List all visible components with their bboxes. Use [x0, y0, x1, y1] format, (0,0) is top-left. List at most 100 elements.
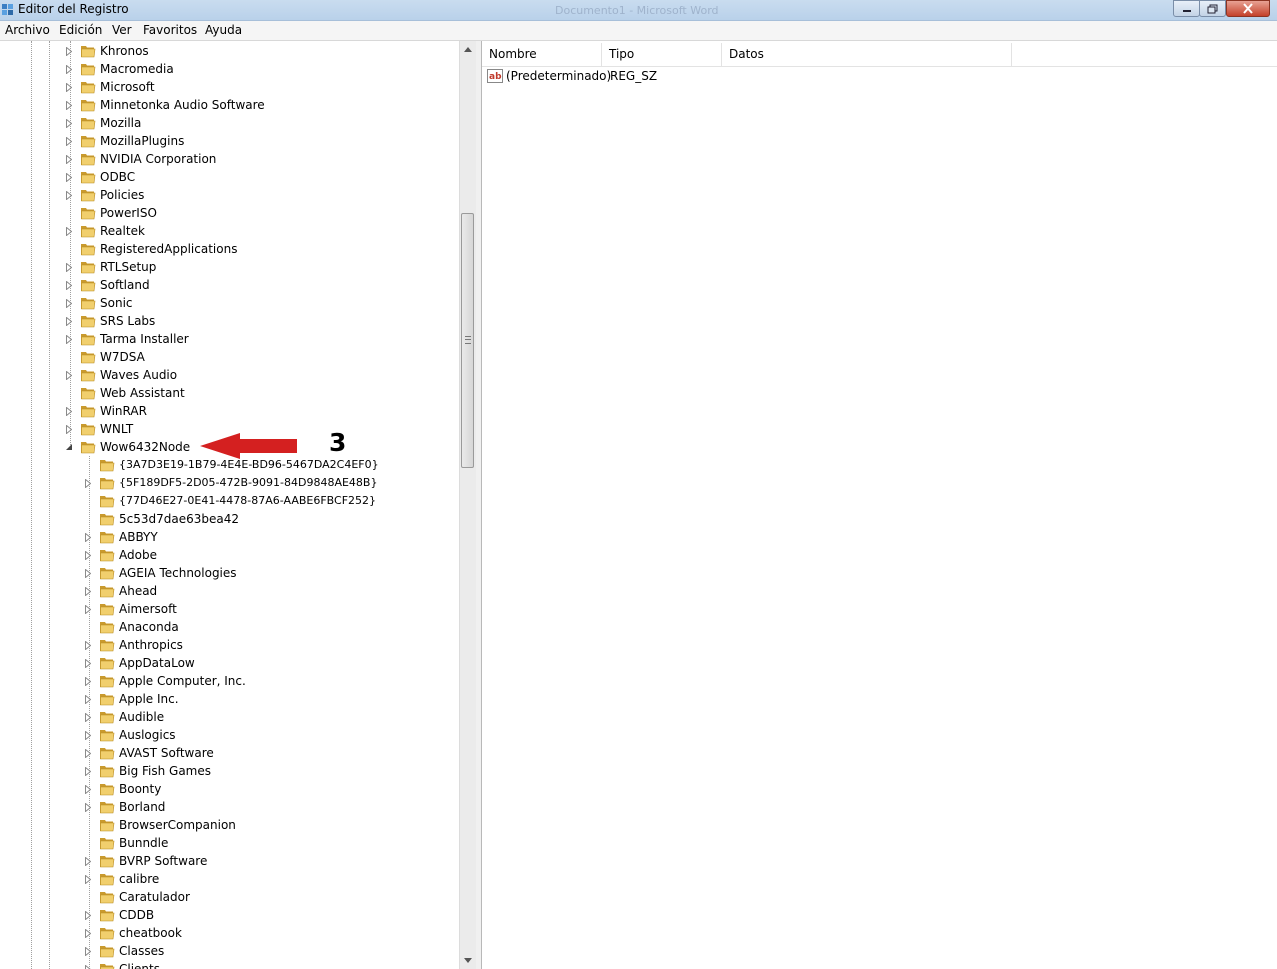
expand-toggle[interactable]	[84, 640, 92, 650]
menu-edicion[interactable]: Edición	[59, 23, 102, 37]
tree-item[interactable]: Tarma Installer	[65, 330, 189, 348]
tree-item[interactable]: Auslogics	[84, 726, 176, 744]
tree-item[interactable]: WNLT	[65, 420, 133, 438]
expand-toggle[interactable]	[65, 226, 73, 236]
expand-toggle[interactable]	[65, 334, 73, 344]
expand-toggle[interactable]	[65, 136, 73, 146]
scroll-down-button[interactable]	[460, 952, 476, 969]
tree-item[interactable]: {5F189DF5-2D05-472B-9091-84D9848AE48B}	[84, 474, 377, 492]
expand-toggle[interactable]	[65, 64, 73, 74]
expand-toggle[interactable]	[65, 82, 73, 92]
tree-item[interactable]: Big Fish Games	[84, 762, 211, 780]
tree-item[interactable]: Khronos	[65, 42, 149, 60]
tree-item[interactable]: Ahead	[84, 582, 157, 600]
expand-toggle[interactable]	[84, 478, 92, 488]
column-header-data[interactable]: Datos	[722, 43, 1012, 66]
expand-toggle[interactable]	[84, 604, 92, 614]
close-button[interactable]	[1226, 0, 1270, 17]
tree-vertical-scrollbar[interactable]	[459, 41, 476, 969]
expand-toggle[interactable]	[84, 568, 92, 578]
expand-toggle[interactable]	[84, 586, 92, 596]
expand-toggle[interactable]	[84, 676, 92, 686]
expand-toggle[interactable]	[65, 154, 73, 164]
tree-item[interactable]: Audible	[84, 708, 164, 726]
tree-item[interactable]: Borland	[84, 798, 165, 816]
tree-item[interactable]: AVAST Software	[84, 744, 214, 762]
expand-toggle[interactable]	[84, 550, 92, 560]
scroll-up-button[interactable]	[460, 41, 476, 58]
tree-item[interactable]: Microsoft	[65, 78, 155, 96]
expand-toggle[interactable]	[84, 856, 92, 866]
tree-item[interactable]: AGEIA Technologies	[84, 564, 237, 582]
tree-item[interactable]: PowerISO	[65, 204, 157, 222]
expand-toggle[interactable]	[65, 406, 73, 416]
tree-item[interactable]: ABBYY	[84, 528, 158, 546]
tree-item[interactable]: BVRP Software	[84, 852, 207, 870]
menu-ver[interactable]: Ver	[112, 23, 132, 37]
scroll-thumb[interactable]	[461, 213, 474, 468]
tree-item[interactable]: Realtek	[65, 222, 145, 240]
tree-item[interactable]: SRS Labs	[65, 312, 155, 330]
tree-item[interactable]: Classes	[84, 942, 164, 960]
expand-toggle[interactable]	[65, 118, 73, 128]
expand-toggle[interactable]	[84, 874, 92, 884]
expand-toggle[interactable]	[84, 532, 92, 542]
tree-item[interactable]: Web Assistant	[65, 384, 185, 402]
values-list[interactable]: Nombre Tipo Datos ab (Predeterminado) RE…	[481, 41, 1277, 969]
tree-item[interactable]: ODBC	[65, 168, 135, 186]
expand-toggle[interactable]	[65, 172, 73, 182]
expand-toggle[interactable]	[84, 748, 92, 758]
expand-toggle[interactable]	[84, 712, 92, 722]
menu-favoritos[interactable]: Favoritos	[143, 23, 197, 37]
expand-toggle[interactable]	[84, 694, 92, 704]
collapse-toggle[interactable]	[65, 443, 73, 452]
tree-item[interactable]: Wow6432Node	[65, 438, 190, 456]
expand-toggle[interactable]	[84, 766, 92, 776]
maximize-button[interactable]	[1199, 0, 1226, 17]
expand-toggle[interactable]	[65, 298, 73, 308]
tree-item[interactable]: Apple Computer, Inc.	[84, 672, 246, 690]
tree-item[interactable]: {77D46E27-0E41-4478-87A6-AABE6FBCF252}	[84, 492, 376, 510]
tree-item[interactable]: 5c53d7dae63bea42	[84, 510, 239, 528]
pane-splitter[interactable]	[476, 41, 480, 969]
tree-item[interactable]: Mozilla	[65, 114, 141, 132]
tree-item[interactable]: calibre	[84, 870, 159, 888]
expand-toggle[interactable]	[65, 100, 73, 110]
tree-item[interactable]: Aimersoft	[84, 600, 177, 618]
tree-item[interactable]: WinRAR	[65, 402, 147, 420]
tree-item[interactable]: MozillaPlugins	[65, 132, 184, 150]
expand-toggle[interactable]	[65, 262, 73, 272]
tree-item[interactable]: Caratulador	[84, 888, 190, 906]
tree-item[interactable]: Waves Audio	[65, 366, 177, 384]
expand-toggle[interactable]	[65, 190, 73, 200]
tree-item[interactable]: Adobe	[84, 546, 157, 564]
expand-toggle[interactable]	[65, 424, 73, 434]
registry-tree[interactable]: Khronos Macromedia Microsoft Minnetonka Aud…	[0, 41, 459, 969]
tree-item[interactable]: Softland	[65, 276, 150, 294]
expand-toggle[interactable]	[65, 46, 73, 56]
tree-item[interactable]: Boonty	[84, 780, 161, 798]
expand-toggle[interactable]	[84, 784, 92, 794]
expand-toggle[interactable]	[84, 910, 92, 920]
tree-item[interactable]: CDDB	[84, 906, 154, 924]
tree-item[interactable]: Minnetonka Audio Software	[65, 96, 265, 114]
expand-toggle[interactable]	[84, 802, 92, 812]
column-header-type[interactable]: Tipo	[602, 43, 722, 66]
tree-item[interactable]: Clients	[84, 960, 160, 969]
expand-toggle[interactable]	[84, 964, 92, 969]
expand-toggle[interactable]	[84, 928, 92, 938]
column-header-name[interactable]: Nombre	[482, 43, 602, 66]
tree-item[interactable]: Apple Inc.	[84, 690, 179, 708]
expand-toggle[interactable]	[65, 316, 73, 326]
tree-item[interactable]: AppDataLow	[84, 654, 195, 672]
menu-archivo[interactable]: Archivo	[5, 23, 50, 37]
expand-toggle[interactable]	[84, 946, 92, 956]
tree-item[interactable]: Policies	[65, 186, 144, 204]
minimize-button[interactable]	[1173, 0, 1200, 17]
tree-item[interactable]: Anaconda	[84, 618, 179, 636]
tree-item[interactable]: BrowserCompanion	[84, 816, 236, 834]
tree-item[interactable]: cheatbook	[84, 924, 182, 942]
tree-item[interactable]: W7DSA	[65, 348, 145, 366]
tree-item[interactable]: Sonic	[65, 294, 133, 312]
tree-item[interactable]: NVIDIA Corporation	[65, 150, 216, 168]
